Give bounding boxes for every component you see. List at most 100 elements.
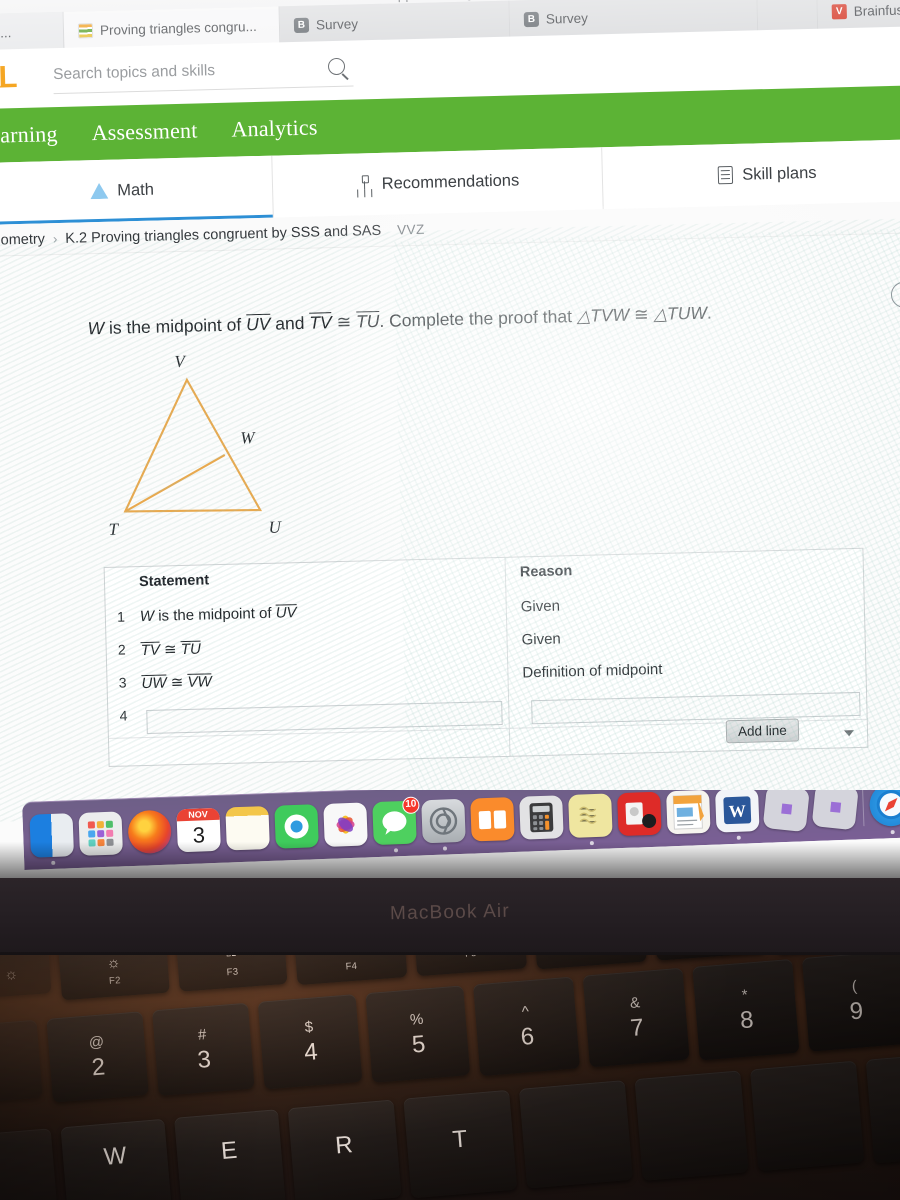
dock-item-messages[interactable]: 10 bbox=[372, 796, 420, 853]
key-u[interactable] bbox=[634, 1070, 749, 1181]
key-f2-label: F2 bbox=[108, 974, 122, 987]
breadcrumb-separator-icon: › bbox=[52, 231, 58, 247]
key-e[interactable]: E bbox=[174, 1109, 286, 1200]
dock-item-calculator[interactable] bbox=[519, 795, 564, 840]
running-indicator bbox=[890, 830, 895, 835]
breadcrumb-current: K.2 Proving triangles congruent by SSS a… bbox=[65, 222, 382, 247]
triangle-figure: V W T U bbox=[86, 346, 351, 553]
dock-item-microsoft-word[interactable]: W bbox=[715, 790, 760, 840]
key-2[interactable]: @ 2 bbox=[46, 1011, 149, 1103]
help-circle-icon[interactable] bbox=[890, 281, 900, 308]
search-icon[interactable] bbox=[327, 57, 346, 76]
key-w[interactable]: W bbox=[60, 1118, 173, 1200]
dock-item-roblox-studio[interactable] bbox=[762, 790, 810, 833]
dock-item-stickies[interactable] bbox=[568, 793, 613, 846]
tab-math[interactable]: Math bbox=[0, 156, 273, 226]
survey-favicon-icon: B bbox=[523, 11, 540, 27]
key-f4-label: F4 bbox=[345, 960, 358, 973]
recommendations-icon bbox=[355, 175, 372, 193]
dock-item-photos[interactable] bbox=[323, 802, 368, 847]
key-f1[interactable]: ☼ bbox=[0, 955, 52, 999]
tab-skill-plans[interactable]: Skill plans bbox=[601, 138, 900, 210]
add-line-button[interactable]: Add line bbox=[725, 718, 800, 744]
key-o[interactable] bbox=[865, 1050, 900, 1164]
key-9-label: 9 bbox=[848, 996, 865, 1025]
browser-tab-0[interactable]: ian... bbox=[0, 11, 65, 53]
segment-tu: TU bbox=[355, 310, 380, 332]
key-3[interactable]: # 3 bbox=[152, 1002, 255, 1097]
vertex-label-w: W bbox=[240, 428, 255, 448]
dock-item-find-my[interactable] bbox=[274, 804, 319, 849]
key-f3[interactable]: ▫▪ F3 bbox=[176, 955, 288, 992]
prompt-part-5: . bbox=[706, 302, 712, 323]
browser-tab-blank[interactable] bbox=[757, 0, 819, 33]
key-4-label: 4 bbox=[303, 1037, 319, 1066]
key-6[interactable]: ^ 6 bbox=[473, 976, 581, 1077]
key-7-shift-label: & bbox=[629, 993, 641, 1012]
key-7[interactable]: & 7 bbox=[582, 967, 690, 1068]
key-f5-label: F5 bbox=[465, 955, 477, 959]
launchpad-icon: ▫▫▫▫▫▫ bbox=[342, 955, 357, 957]
segment-tv: TV bbox=[309, 312, 332, 333]
statement-input-row-4[interactable] bbox=[146, 700, 503, 734]
key-8[interactable]: * 8 bbox=[692, 958, 800, 1061]
dock-item-photo-booth[interactable] bbox=[617, 791, 662, 837]
dock-item-roblox[interactable] bbox=[811, 790, 859, 831]
mission-control-icon: ▫▪ bbox=[225, 955, 237, 963]
tab-skill-plans-label: Skill plans bbox=[741, 163, 817, 184]
dock-item-safari[interactable] bbox=[868, 790, 900, 835]
key-6-label: 6 bbox=[519, 1022, 536, 1051]
key-q[interactable] bbox=[0, 1128, 59, 1200]
question-area: W is the midpoint of UV and TV ≅ TU. Com… bbox=[0, 232, 900, 818]
key-5-shift-label: % bbox=[409, 1010, 424, 1029]
dock-item-launchpad[interactable] bbox=[78, 811, 123, 856]
triangle-svg bbox=[123, 377, 263, 513]
key-9[interactable]: ( 9 bbox=[801, 955, 900, 1052]
key-4-shift-label: $ bbox=[304, 1018, 314, 1036]
key-7-label: 7 bbox=[629, 1013, 645, 1042]
key-8-label: 8 bbox=[738, 1005, 755, 1034]
tab-recommendations[interactable]: Recommendations bbox=[271, 147, 603, 218]
segment-uv: UV bbox=[245, 313, 271, 335]
ixl-logo[interactable]: IXL bbox=[0, 59, 15, 96]
nav-item-learning[interactable]: Learning bbox=[0, 121, 58, 149]
breadcrumb-parent[interactable]: Geometry bbox=[0, 231, 45, 249]
dock-item-calendar[interactable]: NOV 3 bbox=[176, 807, 221, 853]
key-r[interactable]: R bbox=[287, 1099, 402, 1200]
messages-badge: 10 bbox=[402, 796, 420, 815]
key-4[interactable]: $ 4 bbox=[257, 994, 363, 1090]
key-1[interactable] bbox=[0, 1019, 43, 1103]
triangle-tvw: △TVW bbox=[576, 304, 630, 326]
key-5-label: 5 bbox=[410, 1030, 427, 1059]
key-i[interactable] bbox=[750, 1060, 865, 1172]
dock-item-notes[interactable] bbox=[225, 805, 270, 851]
survey-favicon-icon: B bbox=[293, 17, 310, 33]
dock-item-books[interactable] bbox=[470, 796, 515, 842]
dock-item-finder[interactable] bbox=[29, 813, 75, 865]
running-indicator bbox=[442, 846, 447, 851]
chevron-down-icon[interactable] bbox=[843, 730, 855, 737]
tab-title: Survey bbox=[315, 15, 359, 32]
prompt-part-4: . Complete the proof that bbox=[379, 305, 578, 331]
key-f4[interactable]: ▫▫▫▫▫▫ F4 bbox=[293, 955, 408, 986]
nav-item-analytics[interactable]: Analytics bbox=[231, 114, 318, 142]
dock-item-pages[interactable] bbox=[666, 790, 711, 835]
key-w-label: W bbox=[102, 1142, 128, 1171]
reason-input-row-4[interactable] bbox=[531, 691, 861, 725]
running-indicator bbox=[393, 848, 398, 853]
key-y[interactable] bbox=[518, 1080, 633, 1189]
running-indicator bbox=[589, 841, 594, 846]
tab-title: Proving triangles congru... bbox=[99, 18, 257, 38]
search-input[interactable]: Search topics and skills bbox=[53, 53, 354, 91]
key-t[interactable]: T bbox=[403, 1089, 518, 1199]
key-5[interactable]: % 5 bbox=[365, 985, 471, 1083]
vertex-label-v: V bbox=[174, 351, 186, 372]
svg-text:W: W bbox=[728, 801, 746, 821]
tab-title: Brainfuse bbox=[853, 1, 900, 19]
search-bar[interactable]: Search topics and skills bbox=[52, 52, 354, 95]
nav-item-assessment[interactable]: Assessment bbox=[91, 118, 198, 147]
key-f2[interactable]: ☼ F2 bbox=[58, 955, 170, 1001]
dock-item-system-preferences[interactable] bbox=[421, 798, 466, 851]
row-number: 1 bbox=[116, 608, 126, 625]
dock-item-firefox[interactable] bbox=[127, 809, 172, 855]
